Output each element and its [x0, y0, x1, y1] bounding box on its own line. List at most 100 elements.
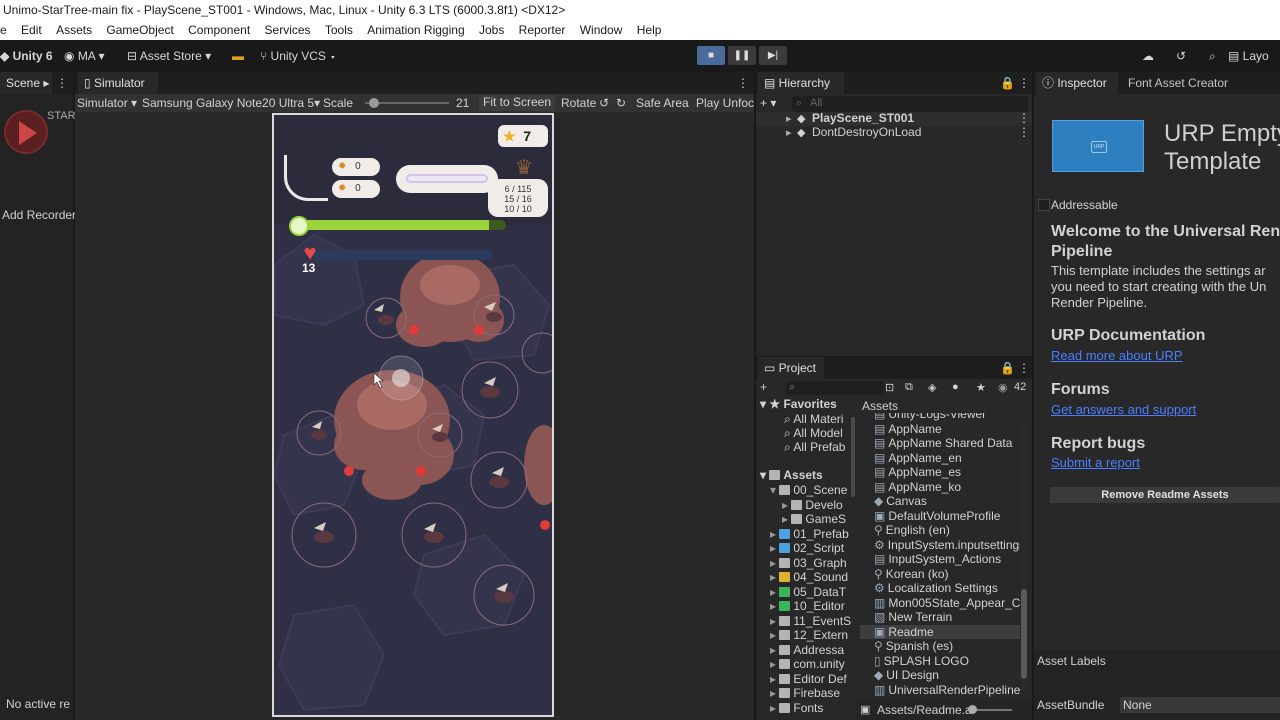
addressable-checkbox[interactable] [1038, 199, 1050, 211]
label-filter-icon[interactable]: ◈ [928, 381, 936, 394]
warning-filter-icon[interactable]: ● [952, 381, 959, 393]
tab-font-asset-creator[interactable]: Font Asset Creator [1122, 72, 1234, 94]
folder-tree-item[interactable]: ▸ 02_Script [770, 541, 844, 555]
asset-scrollbar-thumb[interactable] [1021, 589, 1027, 679]
more-options-icon[interactable]: ⋮ [1018, 111, 1030, 125]
folder-tree-item[interactable]: ▸ 12_Extern [770, 628, 848, 642]
hierarchy-row[interactable]: ▸ ◆ PlayScene_ST001 ⋮ [756, 111, 1032, 126]
unity-version-button[interactable]: ◆ Unity 6 [0, 48, 53, 64]
asset-list-item[interactable]: ▤ AppName_ko [860, 480, 1020, 494]
rotate-left-icon[interactable]: ↺ [599, 96, 609, 110]
expand-arrow-icon[interactable]: ▸ [770, 672, 779, 686]
asset-list-item[interactable]: ▧ New Terrain [860, 610, 1020, 624]
folder-tree-item[interactable]: ▸ 10_Editor [770, 599, 845, 613]
menu-edit[interactable]: Edit [21, 20, 42, 40]
expand-arrow-icon[interactable]: ▸ [770, 657, 779, 671]
asset-list-item[interactable]: ▥ UniversalRenderPipelineG [860, 683, 1020, 697]
expand-arrow-icon[interactable]: ▸ [770, 585, 779, 599]
expand-arrow-icon[interactable]: ▸ [770, 643, 779, 657]
expand-arrow-icon[interactable]: ▸ [770, 599, 779, 613]
scale-slider[interactable] [365, 98, 449, 108]
menu-services[interactable]: Services [265, 20, 311, 40]
icon-size-slider[interactable] [968, 705, 1012, 714]
more-options-icon[interactable]: ⋮ [737, 76, 749, 90]
account-dropdown[interactable]: ◉ MA ▾ [64, 48, 105, 64]
asset-list-item[interactable]: ▤ AppName Shared Data [860, 436, 1020, 450]
favorites-header[interactable]: ▾ ★ Favorites [760, 397, 837, 411]
hierarchy-row[interactable]: ▸ ◆ DontDestroyOnLoad ⋮ [756, 125, 1032, 140]
tab-scene[interactable]: Scene ▸ [0, 72, 52, 94]
safe-area-toggle[interactable]: Safe Area [636, 96, 689, 110]
package-icon[interactable]: ▬ [232, 48, 244, 64]
menu-jobs[interactable]: Jobs [479, 20, 504, 40]
folder-tree-item[interactable]: ▸ 05_DataT [770, 585, 846, 599]
asset-list-item[interactable]: ▯ SPLASH LOGO [860, 654, 1020, 668]
asset-list-item[interactable]: ◆ Canvas [860, 494, 1020, 508]
add-recorder-button[interactable]: Add Recorder [2, 208, 76, 222]
asset-list-item[interactable]: ⚲ English (en) [860, 523, 1020, 537]
menu-component[interactable]: Component [188, 20, 250, 40]
search-icon[interactable]: ⌕ [1209, 48, 1216, 64]
menu-assets[interactable]: Assets [56, 20, 92, 40]
asset-list-item[interactable]: ▤ AppName [860, 422, 1020, 436]
cloud-icon[interactable]: ☁ [1142, 48, 1154, 64]
tab-hierarchy[interactable]: ▤ Hierarchy [758, 72, 844, 94]
folder-tree-item[interactable]: ▸ Fonts [770, 701, 823, 715]
asset-store-dropdown[interactable]: ⊟ Asset Store ▾ [127, 48, 211, 64]
asset-list-item[interactable]: ▣ Readme [860, 624, 1020, 639]
history-icon[interactable]: ↺ [1176, 48, 1186, 64]
more-options-icon[interactable]: ⋮ [1018, 125, 1030, 139]
type-filter-icon[interactable]: ⧉ [905, 381, 913, 394]
assets-root[interactable]: ▾ Assets [760, 468, 823, 482]
expand-arrow-icon[interactable]: ▸ [770, 570, 779, 584]
folder-tree-item[interactable]: ▸ Addressa [770, 643, 844, 657]
lock-icon[interactable]: 🔒 [1000, 76, 1015, 90]
expand-arrow-icon[interactable]: ▸ [786, 112, 792, 125]
asset-list-item[interactable]: ▤ InputSystem_Actions [860, 552, 1020, 566]
tab-inspector[interactable]: ⓘ Inspector [1036, 72, 1118, 94]
menu-reporter[interactable]: Reporter [519, 20, 566, 40]
menu-help[interactable]: Help [637, 20, 662, 40]
asset-list-item[interactable]: ▤ Unity-Logs-Viewer [860, 413, 1020, 421]
asset-list-item[interactable]: ⚲ Korean (ko) [860, 567, 1020, 581]
more-options-icon[interactable]: ⋮ [1018, 76, 1030, 90]
expand-arrow-icon[interactable]: ▸ [770, 541, 779, 555]
scale-slider-handle[interactable] [369, 98, 379, 108]
more-options-icon[interactable]: ⋮ [56, 76, 68, 90]
icon-size-slider-handle[interactable] [968, 705, 977, 714]
bugs-link[interactable]: Submit a report [1051, 455, 1140, 470]
menu-gameobject[interactable]: GameObject [106, 20, 173, 40]
expand-arrow-icon[interactable]: ▸ [786, 126, 792, 139]
create-button[interactable]: + [760, 380, 767, 394]
asset-list-item[interactable]: ⚙ Localization Settings [860, 581, 1020, 595]
favorite-item[interactable]: ⌕ All Model [784, 426, 843, 441]
search-filter-icon[interactable]: ⊡ [885, 381, 894, 394]
expand-arrow-icon[interactable]: ▸ [770, 556, 779, 570]
menu-file[interactable]: e [0, 20, 7, 40]
asset-list-item[interactable]: ⚲ Spanish (es) [860, 639, 1020, 653]
folder-tree-item[interactable]: ▸ Editor Def [770, 672, 847, 686]
expand-arrow-icon[interactable]: ▾ [770, 483, 779, 497]
menu-tools[interactable]: Tools [325, 20, 353, 40]
menu-animation-rigging[interactable]: Animation Rigging [367, 20, 464, 40]
expand-arrow-icon[interactable]: ▸ [770, 628, 779, 642]
asset-labels-header[interactable]: Asset Labels [1037, 654, 1106, 668]
expand-arrow-icon[interactable]: ▸ [770, 527, 779, 541]
stop-button[interactable]: ■ [697, 46, 725, 65]
visibility-icon[interactable]: ◉ [998, 381, 1008, 394]
folder-tree-item[interactable]: ▸ Firebase [770, 686, 840, 700]
hierarchy-search-input[interactable]: ⌕ All [792, 96, 1028, 112]
lock-icon[interactable]: 🔒 [1000, 361, 1015, 375]
favorite-filter-icon[interactable]: ★ [976, 381, 986, 394]
expand-arrow-icon[interactable]: ▸ [770, 686, 779, 700]
folder-tree-item[interactable]: ▸ 03_Graph [770, 556, 847, 570]
asset-list-item[interactable]: ▤ AppName_es [860, 465, 1020, 479]
folder-tree-item[interactable]: ▸ com.unity [770, 657, 845, 671]
folder-tree-item[interactable]: ▸ 01_Prefab [770, 527, 849, 541]
expand-arrow-icon[interactable]: ▸ [782, 512, 791, 526]
asset-bundle-dropdown[interactable]: None [1120, 697, 1280, 713]
asset-list-item[interactable]: ▣ DefaultVolumeProfile [860, 509, 1020, 523]
folder-tree-item[interactable]: ▾ 00_Scene [770, 483, 847, 497]
asset-list-item[interactable]: ⚙ InputSystem.inputsettings [860, 538, 1020, 552]
folder-tree-item[interactable]: ▸ Develo [782, 498, 843, 512]
